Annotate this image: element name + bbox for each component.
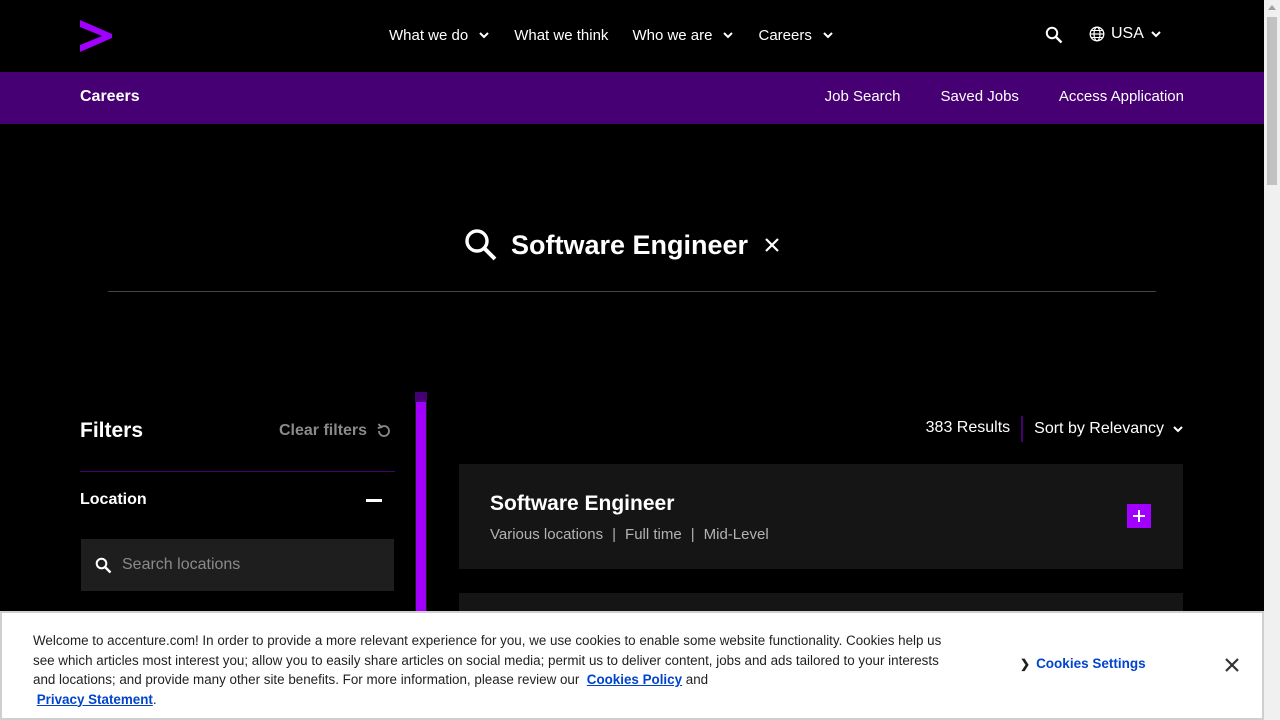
job-card[interactable]: Software Engineer Various locations | Fu… bbox=[459, 464, 1183, 569]
search-icon bbox=[465, 229, 497, 261]
cookies-settings-label: Cookies Settings bbox=[1036, 656, 1146, 671]
location-filter-label[interactable]: Location bbox=[80, 491, 147, 509]
region-label: USA bbox=[1111, 25, 1144, 42]
location-search-box bbox=[81, 539, 394, 591]
nav-item-what-we-think[interactable]: What we think bbox=[514, 24, 608, 46]
nav-item-label: What we do bbox=[389, 26, 469, 44]
job-level: Mid-Level bbox=[703, 526, 769, 543]
nav-item-careers[interactable]: Careers bbox=[758, 24, 833, 46]
expand-job-button[interactable] bbox=[1127, 504, 1151, 528]
cookie-banner: Welcome to accenture.com! In order to pr… bbox=[0, 611, 1264, 720]
search-icon bbox=[95, 557, 112, 573]
chevron-down-icon bbox=[1173, 426, 1183, 433]
page-scrollbar[interactable] bbox=[1264, 0, 1280, 720]
chevron-down-icon bbox=[479, 32, 489, 39]
close-icon[interactable] bbox=[1224, 657, 1240, 673]
search-divider bbox=[108, 291, 1156, 292]
nav-item-label: Careers bbox=[758, 26, 812, 44]
job-search-link[interactable]: Job Search bbox=[825, 88, 901, 105]
privacy-statement-link[interactable]: Privacy Statement bbox=[37, 692, 153, 707]
separator: | bbox=[612, 526, 617, 543]
results-count: 383 Results bbox=[926, 416, 1024, 442]
chevron-down-icon bbox=[1151, 31, 1161, 38]
top-navigation: What we do What we think Who we are Care… bbox=[0, 0, 1264, 72]
search-query-text[interactable]: Software Engineer bbox=[511, 230, 748, 261]
saved-jobs-link[interactable]: Saved Jobs bbox=[941, 88, 1019, 105]
careers-subnav: Careers Job Search Saved Jobs Access App… bbox=[0, 72, 1264, 124]
careers-title[interactable]: Careers bbox=[80, 88, 140, 106]
cookie-period: . bbox=[152, 691, 157, 707]
region-selector[interactable]: USA bbox=[1089, 25, 1162, 43]
cookie-and: and bbox=[685, 672, 709, 687]
clear-filters-button[interactable]: Clear filters bbox=[279, 422, 393, 440]
cookies-policy-link[interactable]: Cookies Policy bbox=[587, 672, 682, 687]
search-icon[interactable] bbox=[1045, 26, 1063, 44]
filters-divider bbox=[80, 471, 395, 472]
filters-heading: Filters bbox=[80, 419, 144, 442]
job-type: Full time bbox=[625, 526, 682, 543]
sort-dropdown[interactable]: Sort by Relevancy bbox=[1034, 420, 1184, 438]
chevron-right-icon: ❯ bbox=[1020, 656, 1031, 671]
results-toolbar: 383 Results Sort by Relevancy bbox=[926, 416, 1184, 442]
nav-item-label: What we think bbox=[514, 26, 609, 44]
nav-item-label: Who we are bbox=[632, 26, 713, 44]
cookie-message: Welcome to accenture.com! In order to pr… bbox=[33, 633, 942, 687]
cookies-settings-button[interactable]: ❯ Cookies Settings bbox=[1020, 656, 1146, 671]
job-location: Various locations bbox=[490, 526, 604, 543]
job-meta: Various locations | Full time | Mid-Leve… bbox=[490, 526, 769, 543]
chevron-down-icon bbox=[723, 32, 734, 39]
job-search-bar: Software Engineer bbox=[464, 228, 781, 262]
nav-item-who-we-are[interactable]: Who we are bbox=[632, 24, 734, 46]
chevron-down-icon bbox=[823, 32, 833, 39]
job-title[interactable]: Software Engineer bbox=[490, 492, 674, 516]
clear-search-icon[interactable] bbox=[763, 236, 781, 254]
access-application-link[interactable]: Access Application bbox=[1059, 88, 1184, 105]
clear-filters-label: Clear filters bbox=[279, 422, 368, 439]
filters-scrollbar[interactable] bbox=[415, 392, 427, 612]
location-search-input[interactable] bbox=[122, 556, 382, 574]
reset-icon bbox=[377, 423, 390, 437]
careers-sublinks: Job Search Saved Jobs Access Application bbox=[785, 88, 1184, 105]
scroll-up-arrow[interactable] bbox=[415, 392, 427, 402]
plus-icon bbox=[1133, 510, 1145, 522]
scroll-up-arrow[interactable] bbox=[1268, 5, 1276, 10]
sort-label: Sort by Relevancy bbox=[1034, 420, 1164, 437]
scrollbar-thumb[interactable] bbox=[1267, 17, 1277, 185]
main-nav-links: What we do What we think Who we are Care… bbox=[389, 24, 858, 46]
cookie-text: Welcome to accenture.com! In order to pr… bbox=[33, 631, 963, 709]
globe-icon bbox=[1089, 26, 1105, 42]
collapse-icon[interactable] bbox=[366, 499, 382, 502]
accenture-logo-icon[interactable] bbox=[80, 20, 112, 52]
nav-item-what-we-do[interactable]: What we do bbox=[389, 24, 490, 46]
scrollbar-thumb[interactable] bbox=[416, 402, 426, 612]
separator: | bbox=[690, 526, 695, 543]
